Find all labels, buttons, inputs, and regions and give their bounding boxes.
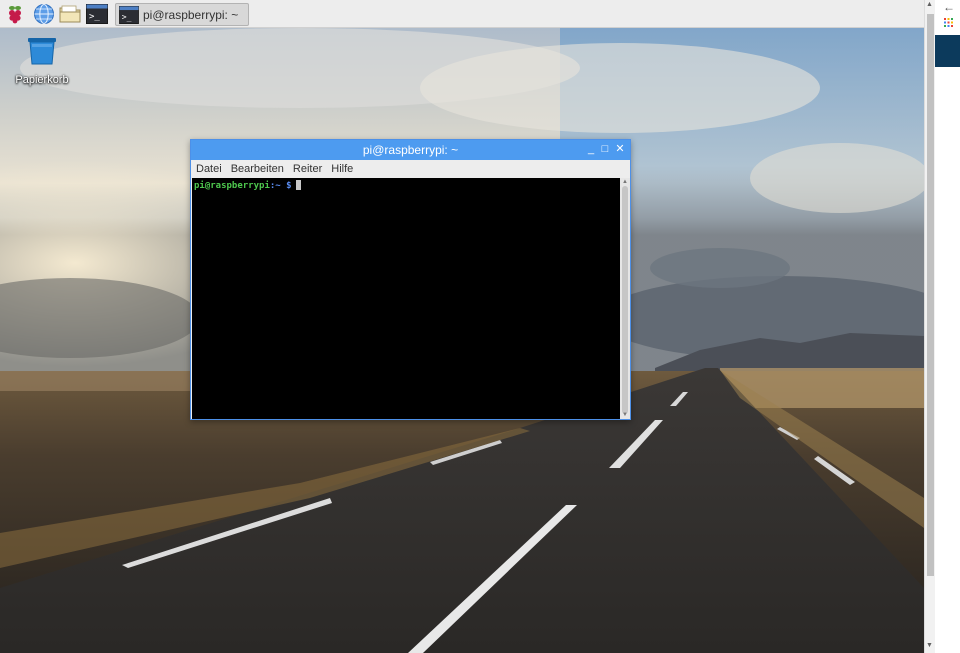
- close-button[interactable]: ✕: [613, 142, 627, 157]
- browser-side-strip: ←: [935, 0, 960, 653]
- window-title: pi@raspberrypi: ~: [362, 143, 459, 157]
- terminal-output[interactable]: pi@raspberrypi:~ $: [192, 178, 620, 419]
- page-scroll-down-icon[interactable]: ▼: [926, 642, 933, 649]
- terminal-icon[interactable]: >_: [86, 3, 108, 25]
- prompt-path: :~: [269, 181, 281, 191]
- back-arrow-icon[interactable]: ←: [943, 0, 955, 14]
- scroll-down-icon[interactable]: ▼: [622, 412, 628, 418]
- trash-icon: [28, 38, 56, 65]
- page-scrollbar[interactable]: ▲ ▼: [924, 0, 935, 653]
- terminal-prompt: pi@raspberrypi:~ $: [194, 180, 301, 191]
- trash-label: Papierkorb: [15, 74, 69, 86]
- taskbar-panel: >_ >_ pi@raspberrypi: ~: [0, 0, 924, 28]
- prompt-user: pi@raspberrypi: [194, 181, 270, 191]
- terminal-menubar: Datei Bearbeiten Reiter Hilfe: [191, 160, 630, 178]
- terminal-scrollbar-thumb[interactable]: [622, 186, 628, 414]
- terminal-titlebar[interactable]: pi@raspberrypi: ~ _ □ ✕: [191, 140, 630, 160]
- menu-reiter[interactable]: Reiter: [293, 163, 322, 175]
- page-scroll-up-icon[interactable]: ▲: [926, 1, 933, 8]
- prompt-symbol: $: [280, 181, 292, 191]
- taskbar-window-label: pi@raspberrypi: ~: [143, 7, 239, 22]
- raspberry-menu-icon[interactable]: [4, 3, 26, 25]
- maximize-button[interactable]: □: [598, 142, 612, 157]
- web-browser-icon[interactable]: [33, 3, 55, 25]
- text-cursor: [295, 180, 301, 190]
- scroll-up-icon[interactable]: ▲: [622, 179, 628, 185]
- desktop-icon-trash[interactable]: Papierkorb: [12, 36, 72, 86]
- terminal-window[interactable]: pi@raspberrypi: ~ _ □ ✕ Datei Bearbeiten…: [190, 139, 631, 420]
- menu-hilfe[interactable]: Hilfe: [331, 163, 353, 175]
- taskbar-window-button[interactable]: >_ pi@raspberrypi: ~: [115, 3, 249, 26]
- minimize-button[interactable]: _: [584, 142, 598, 157]
- terminal-scrollbar[interactable]: ▲ ▼: [620, 178, 630, 419]
- file-manager-icon[interactable]: [59, 3, 81, 25]
- page-scrollbar-thumb[interactable]: [927, 14, 934, 576]
- apps-grid-icon[interactable]: [944, 18, 953, 27]
- svg-text:>_: >_: [89, 12, 100, 22]
- side-panel-header: [935, 35, 960, 67]
- terminal-icon: >_: [119, 5, 139, 24]
- svg-text:>_: >_: [122, 11, 132, 21]
- menu-datei[interactable]: Datei: [196, 163, 222, 175]
- menu-bearbeiten[interactable]: Bearbeiten: [231, 163, 284, 175]
